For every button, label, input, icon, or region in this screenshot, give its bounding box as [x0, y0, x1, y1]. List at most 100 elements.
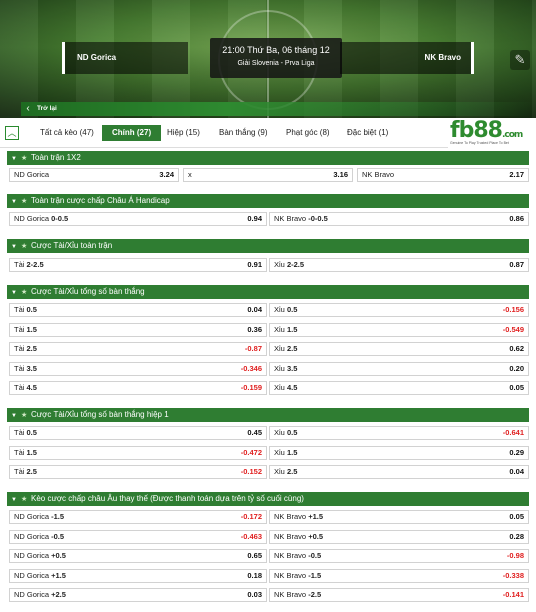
odds-cell[interactable]: ND Gorica 0-0.5 0.94 [9, 212, 267, 226]
odds-cell[interactable]: x 3.16 [183, 168, 353, 182]
odds-label: NK Bravo +0.5 [274, 531, 323, 543]
odds-label-text: ND Gorica [14, 512, 50, 521]
odds-cell[interactable]: NK Bravo 2.17 [357, 168, 529, 182]
odds-cell[interactable]: NK Bravo -0-0.5 0.86 [269, 212, 529, 226]
odds-label-text: Tài [14, 325, 25, 334]
odds-label: Tài 1.5 [14, 447, 37, 459]
odds-cell[interactable]: NK Bravo +0.5 0.28 [269, 530, 529, 544]
odds-cell[interactable]: NK Bravo -1.5 -0.338 [269, 569, 529, 583]
odds-cell[interactable]: Xỉu 2-2.5 0.87 [269, 258, 529, 272]
section-header-total-goals[interactable]: ▼ ★ Cược Tài/Xỉu tổng số bàn thắng [7, 285, 529, 299]
tab-all[interactable]: Tất cả kèo (47) [40, 126, 94, 140]
star-icon[interactable]: ★ [21, 240, 31, 254]
odds-value: 0.18 [247, 571, 262, 580]
odds-line: +0.5 [308, 532, 324, 541]
odds-cell[interactable]: Tài 2.5 -0.152 [9, 465, 267, 479]
odds-cell[interactable]: Tài 1.5 -0.472 [9, 446, 267, 460]
odds-label: Xỉu 1.5 [274, 324, 297, 336]
back-button[interactable]: Trở lại [37, 102, 57, 116]
odds-cell[interactable]: Tài 3.5 -0.346 [9, 362, 267, 376]
odds-cell[interactable]: ND Gorica -1.5 -0.172 [9, 510, 267, 524]
odds-label-text: ND Gorica [14, 590, 50, 599]
odds-value: -0.338 [502, 571, 524, 580]
tab-half[interactable]: Hiệp (15) [167, 126, 200, 140]
pin-icon[interactable]: ✎ [510, 50, 530, 70]
odds-cell[interactable]: ND Gorica +2.5 0.03 [9, 588, 267, 602]
odds-cell[interactable]: Xỉu 2.5 0.04 [269, 465, 529, 479]
tab-corners[interactable]: Phạt góc (8) [286, 126, 330, 140]
odds-line: 1.5 [26, 325, 37, 334]
brand-logo: fb88.com Genuine To Play Trusted Place T… [448, 118, 536, 148]
back-arrow-icon[interactable]: ‹ [21, 102, 35, 116]
odds-cell[interactable]: ND Gorica +1.5 0.18 [9, 569, 267, 583]
star-icon[interactable]: ★ [21, 152, 31, 166]
collapse-icon[interactable]: ▼ [11, 152, 21, 166]
odds-cell[interactable]: Tài 0.5 0.45 [9, 426, 267, 440]
odds-value: 0.91 [247, 260, 262, 269]
odds-label: Tài 4.5 [14, 382, 37, 394]
odds-label: Tài 0.5 [14, 304, 37, 316]
odds-value: -0.156 [502, 305, 524, 314]
collapse-icon[interactable]: ▼ [11, 493, 21, 507]
odds-cell[interactable]: Xỉu 4.5 0.05 [269, 381, 529, 395]
odds-line: -1.5 [308, 571, 322, 580]
odds-label: Tài 1.5 [14, 324, 37, 336]
back-bar: ‹ Trở lại [21, 102, 536, 116]
odds-cell[interactable]: Tài 0.5 0.04 [9, 303, 267, 317]
odds-label: ND Gorica +2.5 [14, 589, 66, 601]
tab-special[interactable]: Đặc biệt (1) [347, 126, 388, 140]
tab-goals[interactable]: Bàn thắng (9) [219, 126, 267, 140]
section-header-asian-handicap[interactable]: ▼ ★ Toàn trận cược chấp Châu Á Handicap [7, 194, 529, 208]
odds-cell[interactable]: Tài 2.5 -0.87 [9, 342, 267, 356]
odds-label: NK Bravo -0-0.5 [274, 213, 328, 225]
odds-label: ND Gorica -1.5 [14, 511, 64, 523]
odds-label: Xỉu 2.5 [274, 466, 297, 478]
odds-cell[interactable]: ND Gorica +0.5 0.65 [9, 549, 267, 563]
star-icon[interactable]: ★ [21, 286, 31, 300]
star-icon[interactable]: ★ [21, 493, 31, 507]
odds-value: -0.98 [506, 551, 524, 560]
odds-line: -2.5 [308, 590, 322, 599]
odds-cell[interactable]: Tài 1.5 0.36 [9, 323, 267, 337]
collapse-icon[interactable]: ▼ [11, 409, 21, 423]
match-time: 21:00 Thứ Ba, 06 tháng 12 [222, 45, 330, 55]
odds-line: 2.5 [26, 467, 37, 476]
odds-cell[interactable]: NK Bravo -2.5 -0.141 [269, 588, 529, 602]
star-icon[interactable]: ★ [21, 195, 31, 209]
odds-label-text: Tài [14, 383, 25, 392]
odds-label-text: NK Bravo [274, 590, 307, 599]
odds-cell[interactable]: Tài 4.5 -0.159 [9, 381, 267, 395]
odds-cell[interactable]: Xỉu 1.5 0.29 [269, 446, 529, 460]
odds-cell[interactable]: Xỉu 2.5 0.62 [269, 342, 529, 356]
section-header-over-under[interactable]: ▼ ★ Cược Tài/Xỉu toàn trận [7, 239, 529, 253]
odds-cell[interactable]: NK Bravo +1.5 0.05 [269, 510, 529, 524]
odds-line: 2.5 [26, 344, 37, 353]
odds-label-text: NK Bravo [274, 532, 307, 541]
odds-cell[interactable]: Xỉu 1.5 -0.549 [269, 323, 529, 337]
odds-line: 2-2.5 [26, 260, 44, 269]
odds-label: Xỉu 3.5 [274, 363, 297, 375]
star-icon[interactable]: ★ [21, 409, 31, 423]
odds-value: 0.20 [509, 364, 524, 373]
collapse-icon[interactable]: ▼ [11, 240, 21, 254]
section-header-total-goals-half1[interactable]: ▼ ★ Cược Tài/Xỉu tổng số bàn thắng hiệp 1 [7, 408, 529, 422]
odds-label-text: Xỉu [274, 467, 285, 476]
odds-label-text: Tài [14, 364, 25, 373]
odds-cell[interactable]: Xỉu 3.5 0.20 [269, 362, 529, 376]
odds-label-text: NK Bravo [274, 551, 307, 560]
odds-cell[interactable]: NK Bravo -0.5 -0.98 [269, 549, 529, 563]
collapse-all-icon[interactable]: ︿ [5, 126, 19, 140]
section-header-1x2[interactable]: ▼ ★ Toàn trận 1X2 [7, 151, 529, 165]
odds-cell[interactable]: Xỉu 0.5 -0.641 [269, 426, 529, 440]
odds-cell[interactable]: Xỉu 0.5 -0.156 [269, 303, 529, 317]
odds-cell[interactable]: ND Gorica 3.24 [9, 168, 179, 182]
odds-value: -0.141 [502, 590, 524, 599]
collapse-icon[interactable]: ▼ [11, 195, 21, 209]
tab-main[interactable]: Chính (27) [102, 125, 162, 141]
away-team-name: NK Bravo [340, 42, 474, 74]
collapse-icon[interactable]: ▼ [11, 286, 21, 300]
odds-cell[interactable]: Tài 2-2.5 0.91 [9, 258, 267, 272]
section-header-european-handicap[interactable]: ▼ ★ Kèo cược chấp châu Âu thay thế (Được t… [7, 492, 529, 506]
league-name: Giải Slovenia - Prva Liga [237, 60, 315, 67]
odds-cell[interactable]: ND Gorica -0.5 -0.463 [9, 530, 267, 544]
